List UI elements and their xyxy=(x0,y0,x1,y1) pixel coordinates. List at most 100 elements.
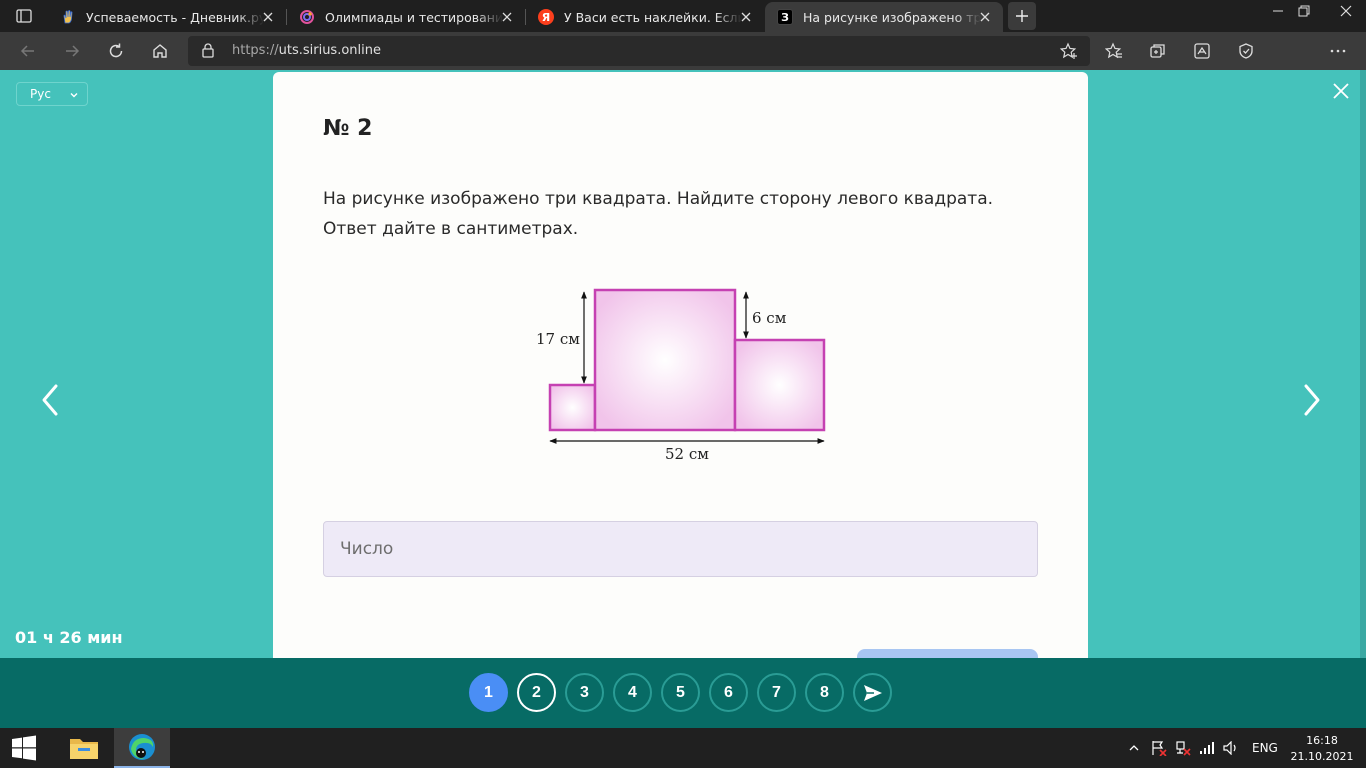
edge-browser-icon xyxy=(129,734,155,760)
edge-taskbar-button[interactable] xyxy=(114,728,170,768)
tab-sirius[interactable]: Олимпиады и тестирования — С xyxy=(287,2,525,32)
taskbar-clock[interactable]: 16:18 21.10.2021 xyxy=(1284,733,1360,765)
small-square xyxy=(548,383,597,432)
timer: 01 ч 26 мин xyxy=(15,628,123,647)
tab-actions-icon[interactable] xyxy=(8,5,40,27)
windows-logo-icon xyxy=(12,735,36,761)
more-dots-icon xyxy=(1330,49,1346,53)
question-nav-button-6[interactable]: 6 xyxy=(709,673,748,712)
minimize-icon xyxy=(1273,10,1283,12)
url-protocol: https:// xyxy=(232,43,279,58)
flag-error-icon xyxy=(1152,741,1167,756)
clock-time: 16:18 xyxy=(1306,734,1338,747)
answer-input[interactable] xyxy=(323,521,1038,577)
chevron-left-icon xyxy=(42,384,58,416)
browser-toolbar: https://uts.sirius.online xyxy=(0,32,1366,96)
chevron-down-icon xyxy=(69,89,79,103)
tab-yandex[interactable]: Я У Васи есть наклейки. Если он р xyxy=(526,2,764,32)
close-icon xyxy=(1333,83,1349,99)
large-square xyxy=(593,288,737,432)
collections-icon xyxy=(1150,44,1165,58)
tab-title: Олимпиады и тестирования — С xyxy=(325,9,503,25)
add-favorite-icon[interactable] xyxy=(1059,42,1078,64)
windows-taskbar: ENG 16:18 21.10.2021 xyxy=(0,728,1366,768)
close-tab-icon[interactable] xyxy=(977,9,993,25)
signal-bars-icon xyxy=(1200,742,1214,754)
refresh-icon xyxy=(109,43,123,58)
network-error-button[interactable] xyxy=(1174,740,1192,756)
browser-essentials-button[interactable] xyxy=(1232,38,1260,64)
close-tab-icon[interactable] xyxy=(499,9,515,25)
collections-button[interactable] xyxy=(1144,38,1172,64)
submit-answer-button[interactable] xyxy=(857,649,1038,658)
restore-button[interactable] xyxy=(1286,0,1322,22)
speaker-icon xyxy=(1223,741,1236,755)
clock-date: 21.10.2021 xyxy=(1290,750,1354,763)
close-tab-icon[interactable] xyxy=(260,9,276,25)
close-test-button[interactable] xyxy=(1332,82,1350,100)
restore-icon xyxy=(1298,5,1310,17)
question-nav-button-7[interactable]: 7 xyxy=(757,673,796,712)
tab-znanija[interactable]: З На рисунке изображено три квадр xyxy=(765,2,1003,32)
send-icon xyxy=(863,684,882,701)
next-question-button[interactable] xyxy=(1300,380,1324,420)
signal-button[interactable] xyxy=(1198,740,1216,756)
math-solver-button[interactable] xyxy=(1188,38,1216,64)
url-text: https://uts.sirius.online xyxy=(232,43,381,58)
volume-button[interactable] xyxy=(1222,740,1240,756)
chevron-up-icon xyxy=(1129,745,1139,751)
chevron-right-icon xyxy=(1304,384,1320,416)
back-button[interactable] xyxy=(14,38,42,64)
close-tab-icon[interactable] xyxy=(738,9,754,25)
show-hidden-icons-button[interactable] xyxy=(1126,740,1142,756)
question-number: № 2 xyxy=(323,116,373,141)
close-window-button[interactable] xyxy=(1328,0,1364,22)
settings-menu-button[interactable] xyxy=(1324,38,1352,64)
shield-heart-icon xyxy=(1239,43,1253,59)
favorites-button[interactable] xyxy=(1100,38,1128,64)
medium-square xyxy=(733,338,826,432)
start-button[interactable] xyxy=(0,728,48,768)
tab-title: Успеваемость - Дневник.ру xyxy=(86,9,264,25)
question-nav-button-1[interactable]: 1 xyxy=(469,673,508,712)
refresh-button[interactable] xyxy=(102,38,130,64)
question-nav-button-3[interactable]: 3 xyxy=(565,673,604,712)
browser-tab-strip: Успеваемость - Дневник.ру Олимпиады и те… xyxy=(0,0,1366,32)
sirius-logo-icon xyxy=(299,9,315,25)
znanija-icon: З xyxy=(777,9,793,25)
forward-arrow-icon xyxy=(66,45,80,57)
prev-question-button[interactable] xyxy=(38,380,62,420)
question-nav-button-4[interactable]: 4 xyxy=(613,673,652,712)
height-label: 17 см xyxy=(536,330,580,348)
address-bar[interactable]: https://uts.sirius.online xyxy=(188,36,1090,66)
question-nav-button-2[interactable]: 2 xyxy=(517,673,556,712)
tab-dnevnik[interactable]: Успеваемость - Дневник.ру xyxy=(48,2,286,32)
url-domain: uts.sirius.online xyxy=(278,43,381,58)
math-solver-icon xyxy=(1194,43,1210,59)
tab-title: У Васи есть наклейки. Если он р xyxy=(564,9,742,25)
question-nav-button-8[interactable]: 8 xyxy=(805,673,844,712)
tab-title: На рисунке изображено три квадр xyxy=(803,9,981,25)
file-explorer-button[interactable] xyxy=(56,728,112,768)
dnevnik-hand-icon xyxy=(60,9,76,25)
question-text: На рисунке изображено три квадрата. Найд… xyxy=(323,189,994,239)
yandex-icon: Я xyxy=(538,9,554,25)
three-squares-figure: 17 см 6 см 52 см xyxy=(528,282,838,472)
home-button[interactable] xyxy=(146,38,174,64)
diff-label: 6 см xyxy=(752,309,787,327)
close-icon xyxy=(1340,5,1352,17)
folder-icon xyxy=(70,739,98,759)
page-scrollbar[interactable] xyxy=(1360,70,1366,658)
back-arrow-icon xyxy=(20,45,34,57)
language-select[interactable]: Рус xyxy=(16,82,88,106)
question-navigation: 1 2 3 4 5 6 7 8 xyxy=(0,658,1366,728)
input-language-indicator[interactable]: ENG xyxy=(1252,741,1278,755)
action-center-flag-button[interactable] xyxy=(1150,740,1168,756)
new-tab-button[interactable] xyxy=(1008,2,1036,30)
favorites-star-icon xyxy=(1105,42,1122,59)
finish-test-button[interactable] xyxy=(853,673,892,712)
lock-icon xyxy=(202,43,214,62)
forward-button[interactable] xyxy=(58,38,86,64)
question-nav-button-5[interactable]: 5 xyxy=(661,673,700,712)
plus-icon xyxy=(1016,10,1028,22)
